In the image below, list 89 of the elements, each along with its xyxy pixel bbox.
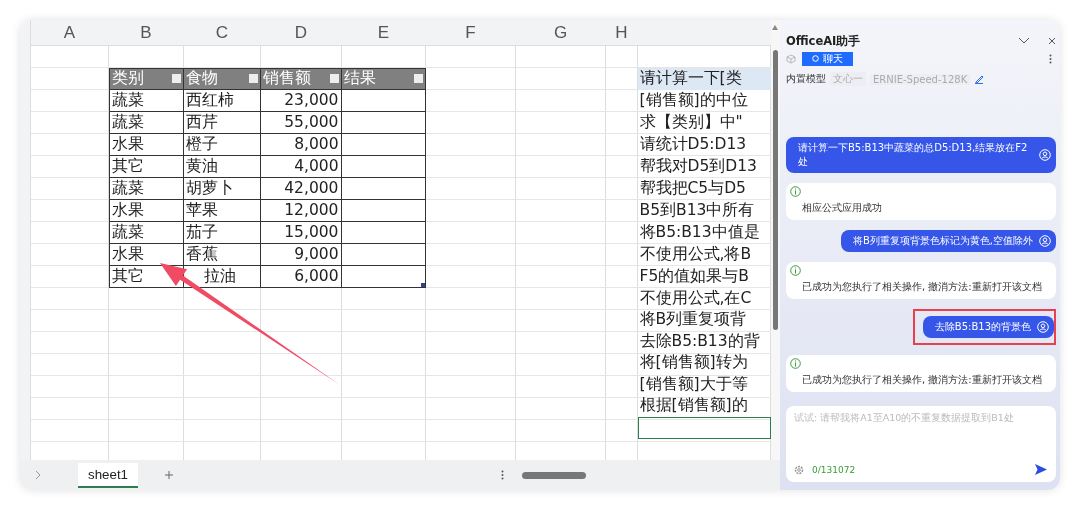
table-cell-text: 根据[销售额]的 bbox=[638, 395, 749, 417]
column-letter[interactable]: D bbox=[260, 20, 342, 45]
table-cell: 香蕉 bbox=[183, 243, 261, 266]
sheet-tab[interactable]: sheet1 bbox=[78, 462, 139, 488]
table-cell: 橙子 bbox=[183, 133, 261, 156]
table-cell: 其它 bbox=[108, 155, 184, 178]
add-icon[interactable] bbox=[164, 470, 175, 480]
table-cell: 15,000 bbox=[260, 221, 342, 244]
pencil-icon[interactable] bbox=[974, 74, 985, 84]
table-cell-text: 帮我把C5与D5 bbox=[638, 177, 747, 199]
table-cell: 黄油 bbox=[183, 155, 261, 178]
column-letter[interactable]: A bbox=[30, 20, 109, 45]
user-message: 去除B5:B13的背景色 bbox=[922, 316, 1054, 338]
table-cell: 胡萝卜 bbox=[183, 177, 261, 200]
user-icon bbox=[1037, 321, 1049, 333]
chat-mode-button[interactable]: 聊天 bbox=[802, 52, 853, 66]
table-cell: 8,000 bbox=[260, 133, 342, 156]
assistant-message: 相应公式应用成功 bbox=[786, 183, 1056, 220]
table-cell: 水果 bbox=[108, 133, 184, 156]
filter-dropdown-icon[interactable] bbox=[413, 74, 423, 84]
column-letter[interactable]: H bbox=[605, 20, 638, 45]
info-icon bbox=[790, 186, 801, 197]
table-cell-text: 不使用公式,将B bbox=[638, 243, 753, 265]
scrollbar-thumb[interactable] bbox=[772, 50, 778, 330]
table-cell: 4,000 bbox=[260, 155, 342, 178]
table-cell: 苹果 bbox=[183, 199, 261, 222]
scrollbar-thumb[interactable] bbox=[522, 471, 586, 479]
column-header: 类别 bbox=[108, 67, 184, 90]
model-tag: ERNIE-Speed-128K bbox=[870, 73, 971, 85]
user-message: 请计算一下B5:B13中蔬菜的总D5:D13,结果放在F2处 bbox=[786, 137, 1056, 173]
table-cell-text: 去除B5:B13的背 bbox=[638, 330, 761, 352]
panel-title: OfficeAI助手 bbox=[786, 33, 862, 49]
table-cell: 西红柿 bbox=[183, 89, 261, 112]
character-counter: 0/131072 bbox=[812, 464, 856, 475]
more-icon[interactable] bbox=[501, 470, 504, 480]
table-cell-text: 将B5:B13中值是 bbox=[638, 221, 761, 243]
table-cell: 请计算一下[类 bbox=[637, 67, 771, 90]
model-label: 内置模型 bbox=[786, 72, 826, 86]
table-cell: 茄子 bbox=[183, 221, 261, 244]
table-cell-text: 请统计D5:D13 bbox=[638, 133, 748, 155]
user-icon bbox=[1039, 149, 1051, 161]
more-icon[interactable] bbox=[1049, 54, 1052, 64]
user-message: 将B列重复项背景色标记为黄色,空值除外 bbox=[840, 230, 1056, 252]
table-cell: 55,000 bbox=[260, 111, 342, 134]
filter-dropdown-icon[interactable] bbox=[248, 74, 258, 84]
assistant-message: 已成功为您执行了相关操作, 撤消方法:重新打开该文档 bbox=[786, 355, 1056, 392]
send-icon[interactable] bbox=[1034, 463, 1048, 476]
column-letter[interactable]: G bbox=[515, 20, 606, 45]
table-cell-text: [销售额]的中位 bbox=[638, 89, 749, 111]
table-cell: 6,000 bbox=[260, 265, 342, 288]
table-cell: 9,000 bbox=[260, 243, 342, 266]
table-cell: 蔬菜 bbox=[108, 177, 184, 200]
table-cell: 蔬菜 bbox=[108, 111, 184, 134]
filter-dropdown-icon[interactable] bbox=[171, 74, 181, 84]
table-cell: 水果 bbox=[108, 199, 184, 222]
column-letter[interactable]: B bbox=[108, 20, 184, 45]
table-cell-text: 求【类别】中" bbox=[638, 111, 744, 133]
table-cell: 12,000 bbox=[260, 199, 342, 222]
table-cell-text: 帮我对D5到D13 bbox=[638, 155, 758, 177]
settings-icon[interactable] bbox=[794, 464, 804, 475]
column-letter[interactable]: C bbox=[183, 20, 261, 45]
table-cell-text: 不使用公式,在C bbox=[638, 287, 753, 309]
table-cell: 蔬菜 bbox=[108, 89, 184, 112]
column-letter[interactable]: F bbox=[425, 20, 516, 45]
circle-icon bbox=[812, 55, 819, 62]
scroll-up-icon[interactable] bbox=[772, 25, 779, 30]
table-cell-text: F5的值如果与B bbox=[638, 265, 750, 287]
assistant-message: 已成功为您执行了相关操作, 撤消方法:重新打开该文档 bbox=[786, 262, 1056, 299]
filter-dropdown-icon[interactable] bbox=[329, 74, 339, 84]
table-cell-text: 将B列重复项背 bbox=[638, 309, 748, 331]
info-icon bbox=[790, 265, 801, 276]
column-letter[interactable]: E bbox=[341, 20, 426, 45]
chevron-down-icon[interactable] bbox=[1018, 37, 1030, 45]
table-cell-text: B5到B13中所有 bbox=[638, 199, 756, 221]
table-cell: 42,000 bbox=[260, 177, 342, 200]
close-icon[interactable] bbox=[1048, 37, 1056, 45]
info-icon bbox=[790, 358, 801, 369]
active-cell[interactable] bbox=[637, 416, 771, 439]
column-header: 销售额 bbox=[260, 67, 342, 90]
user-icon bbox=[1039, 235, 1051, 247]
chevron-right-icon[interactable] bbox=[34, 470, 42, 480]
table-cell-text: [销售额]大于等 bbox=[638, 373, 749, 395]
table-cell-text: 将[销售额]转为 bbox=[638, 352, 749, 374]
column-header: 结果 bbox=[341, 67, 426, 90]
column-header: 食物 bbox=[183, 67, 261, 90]
table-cell: 23,000 bbox=[260, 89, 342, 112]
table-cell: 蔬菜 bbox=[108, 221, 184, 244]
resize-handle-icon[interactable] bbox=[420, 282, 425, 287]
table-cell: 西芹 bbox=[183, 111, 261, 134]
